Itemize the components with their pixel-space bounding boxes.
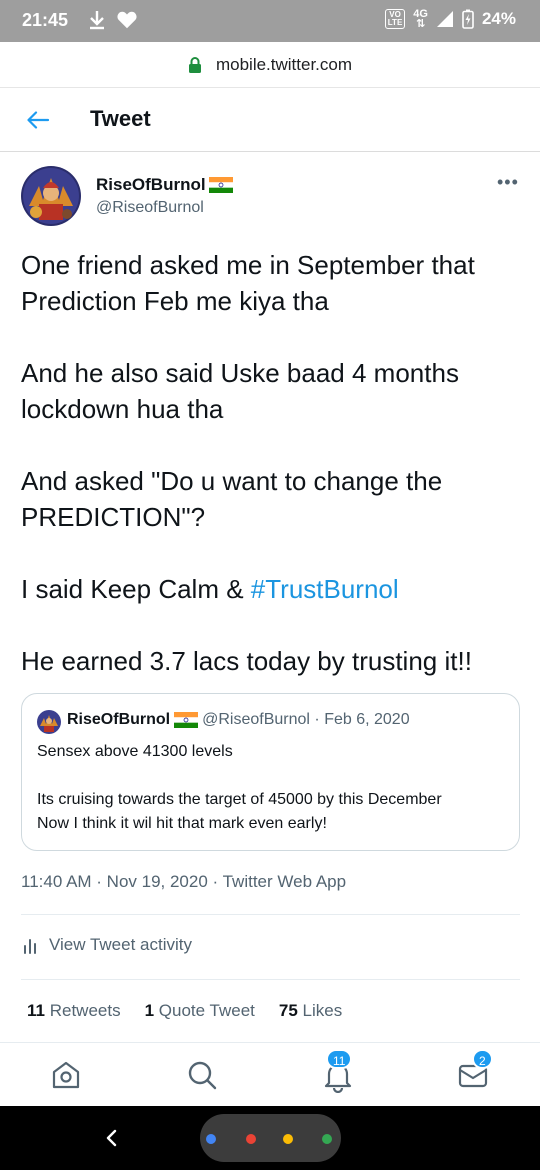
status-system-icons: VO LTE 4G ⇅ 24% [384, 9, 516, 30]
bottom-navigation: 11 2 [0, 1042, 540, 1106]
quoted-tweet-card[interactable]: RiseOfBurnol @RiseofBurnol · Feb 6, 2020… [21, 693, 520, 851]
quoted-header: RiseOfBurnol @RiseofBurnol · Feb 6, 2020 [67, 711, 410, 729]
tweet-stats: 11 Retweets 1 Quote Tweet 75 Likes [27, 1001, 342, 1021]
india-flag-icon [174, 712, 199, 728]
battery-percent: 24% [481, 9, 516, 28]
page-title: Tweet [90, 106, 151, 131]
search-icon [188, 1061, 217, 1090]
home-pill[interactable] [200, 1114, 341, 1162]
quoted-line: Its cruising towards the target of 45000… [37, 791, 442, 808]
likes-stat[interactable]: 75 Likes [279, 1001, 342, 1021]
quoted-author-name: RiseOfBurnol [67, 711, 171, 728]
india-flag-icon [208, 177, 233, 193]
network-type: 4G ⇅ [413, 9, 428, 30]
nav-home[interactable] [48, 1057, 84, 1093]
assistant-dot-blue [206, 1134, 216, 1144]
battery-icon [462, 9, 474, 29]
nav-notifications[interactable]: 11 [320, 1049, 356, 1094]
page-header: Tweet [0, 88, 540, 152]
quoted-meta: @RiseofBurnol · Feb 6, 2020 [202, 711, 410, 728]
messages-badge: 2 [472, 1049, 493, 1069]
tweet-paragraph: He earned 3.7 lacs today by trusting it!… [21, 646, 472, 676]
likes-count: 75 [278, 1001, 298, 1020]
bar-chart-icon [24, 939, 36, 954]
hashtag-link[interactable]: #TrustBurnol [251, 574, 399, 604]
author-name[interactable]: RiseOfBurnol [96, 175, 233, 195]
nav-messages[interactable]: 2 [455, 1049, 493, 1093]
tweet-paragraph: One friend asked me in September that Pr… [21, 250, 475, 316]
browser-url-bar[interactable]: mobile.twitter.com [0, 42, 540, 88]
tweet-paragraph: And asked "Do u want to change the PREDI… [21, 466, 443, 532]
heart-icon [117, 11, 137, 29]
avatar-image [21, 166, 81, 226]
divider [21, 979, 520, 980]
quoted-avatar-image [37, 710, 61, 734]
tweet-paragraph: I said Keep Calm & #TrustBurnol [21, 571, 521, 607]
home-icon [52, 1061, 80, 1089]
divider [21, 914, 520, 915]
status-bar: 21:45 VO LTE 4G ⇅ 24% [0, 0, 540, 42]
quotes-label: Quote Tweet [158, 1001, 255, 1020]
system-navigation-bar [0, 1106, 540, 1170]
quoted-line: Now I think it wil hit that mark even ea… [37, 815, 327, 832]
url-text: mobile.twitter.com [215, 54, 353, 74]
likes-label: Likes [302, 1001, 343, 1020]
system-back-icon[interactable] [100, 1126, 124, 1150]
signal-icon [436, 11, 453, 27]
retweets-stat[interactable]: 11 Retweets [27, 1001, 121, 1021]
quotes-count: 1 [144, 1001, 155, 1020]
quoted-avatar [37, 710, 61, 734]
view-activity-link[interactable]: View Tweet activity [21, 935, 192, 955]
download-icon [90, 11, 104, 30]
author-name-text: RiseOfBurnol [96, 175, 206, 194]
tweet-line-prefix: I said Keep Calm & [21, 574, 251, 604]
view-activity-label: View Tweet activity [49, 935, 192, 954]
tweet-timestamp[interactable]: 11:40 AM · Nov 19, 2020 · Twitter Web Ap… [21, 872, 346, 892]
network-arrows-icon: ⇅ [416, 18, 426, 30]
status-time: 21:45 [22, 10, 69, 30]
status-notification-icons [88, 9, 138, 31]
notifications-badge: 11 [326, 1049, 353, 1069]
retweets-count: 11 [27, 1001, 45, 1020]
quotes-stat[interactable]: 1 Quote Tweet [145, 1001, 255, 1021]
assistant-dot-red [246, 1134, 256, 1144]
volte-line2: LTE [387, 18, 403, 27]
tweet-text: One friend asked me in September that Pr… [21, 247, 521, 715]
nav-search[interactable] [184, 1057, 220, 1093]
retweets-label: Retweets [49, 1001, 121, 1020]
volte-icon: VO LTE [384, 9, 406, 29]
tweet-paragraph: And he also said Uske baad 4 months lock… [21, 358, 459, 424]
author-handle[interactable]: @RiseofBurnol [96, 199, 204, 217]
quoted-line: Sensex above 41300 levels [37, 743, 233, 760]
quoted-body: Sensex above 41300 levels Its cruising t… [37, 740, 512, 836]
more-options-icon[interactable]: ••• [497, 172, 519, 193]
back-arrow-icon[interactable] [24, 106, 52, 134]
lock-icon [188, 56, 201, 73]
avatar[interactable] [21, 166, 81, 226]
assistant-dot-green [322, 1134, 332, 1144]
assistant-dot-yellow [283, 1134, 293, 1144]
